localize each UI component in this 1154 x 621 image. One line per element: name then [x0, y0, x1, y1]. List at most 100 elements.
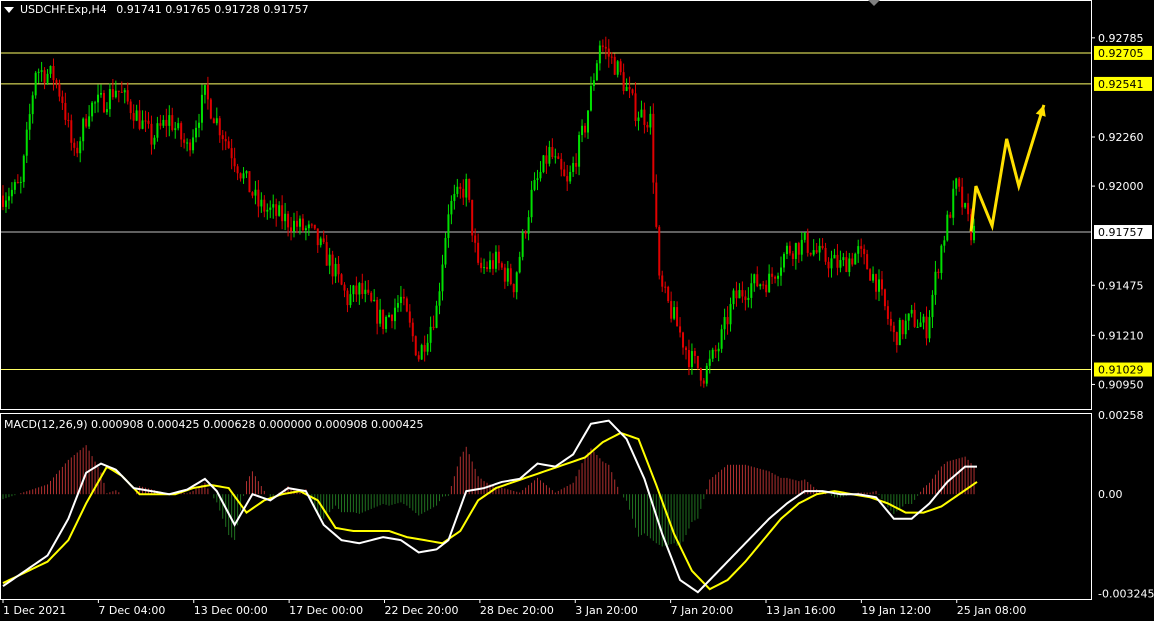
candle-body [557, 156, 560, 159]
candle-body [961, 186, 964, 208]
candle-body [272, 204, 275, 208]
candle-body [619, 61, 622, 73]
candle-body [925, 316, 928, 339]
chart-canvas[interactable]: 0.927050.925410.910290.91757 0.927850.92… [0, 0, 1154, 621]
candle-body [818, 245, 821, 253]
candle-body [361, 283, 364, 294]
candle-body [245, 171, 248, 174]
candle-body [218, 118, 221, 136]
candle-body [34, 72, 37, 96]
macd-tick-label: 0.00258 [1098, 409, 1144, 422]
candle-body [515, 272, 518, 293]
candle-body [43, 70, 46, 83]
candle-body [581, 125, 584, 136]
candle-body [857, 246, 860, 254]
candle-body [295, 220, 298, 227]
candle-body [438, 291, 441, 306]
candle-body [456, 186, 459, 194]
candle-body [595, 63, 598, 81]
candle-body [215, 118, 218, 124]
candle-body [82, 118, 85, 142]
candle-body [536, 178, 539, 180]
candle-body [251, 192, 254, 196]
candle-body [750, 283, 753, 298]
candle-body [322, 238, 325, 243]
candle-body [598, 45, 601, 64]
candle-body [872, 274, 875, 281]
candle-body [521, 232, 524, 257]
candle-body [349, 294, 352, 306]
candle-body [836, 254, 839, 268]
candle-body [474, 235, 477, 243]
dropdown-triangle-icon[interactable] [4, 7, 14, 13]
candle-body [486, 267, 489, 270]
candle-body [420, 345, 423, 360]
candle-body [863, 248, 866, 255]
candle-body [444, 237, 447, 265]
candle-body [919, 322, 922, 327]
price-tick-label: 0.90950 [1098, 378, 1144, 391]
candle-body [281, 205, 284, 222]
candle-body [162, 119, 165, 126]
candle-body [545, 155, 548, 164]
candle-body [800, 239, 803, 255]
symbol-label: USDCHF.Exp,H4 [20, 3, 107, 16]
chart-window[interactable]: 0.92705 0.92541 0.91029 0.91757 0.92785 0.92… [0, 0, 1154, 621]
candle-body [284, 213, 287, 222]
candle-body [408, 311, 411, 323]
candle-body [759, 284, 762, 287]
candle-body [85, 118, 88, 127]
candle-body [313, 224, 316, 229]
candle-body [527, 217, 530, 234]
candle-body [586, 110, 589, 133]
candle-body [714, 349, 717, 352]
candle-body [575, 163, 578, 167]
candle-body [310, 224, 313, 226]
candle-body [61, 96, 64, 104]
candle-body [797, 243, 800, 255]
candle-body [952, 188, 955, 218]
candle-body [916, 326, 919, 328]
candle-body [771, 273, 774, 277]
macd-tick-label: -0.003245 [1098, 588, 1154, 601]
candle-body [180, 123, 183, 140]
candle-body [634, 93, 637, 122]
time-tick-label: 7 Dec 04:00 [98, 604, 165, 617]
candle-body [886, 306, 889, 319]
time-tick-label: 28 Dec 20:00 [480, 604, 554, 617]
candle-body [628, 86, 631, 90]
candle-body [729, 304, 732, 325]
candle-body [824, 247, 827, 262]
candle-body [396, 302, 399, 308]
candle-body [569, 171, 572, 182]
candle-body [949, 214, 952, 218]
candle-body [120, 91, 123, 93]
candle-body [287, 213, 290, 228]
candle-body [658, 226, 661, 276]
candle-body [670, 301, 673, 319]
candle-body [637, 117, 640, 122]
candle-body [652, 113, 655, 183]
candle-body [385, 316, 388, 329]
symbol-header[interactable]: USDCHF.Exp,H4 0.91741 0.91765 0.91728 0.… [4, 3, 309, 16]
candle-body [622, 72, 625, 91]
candle-body [690, 351, 693, 367]
candle-body [803, 232, 806, 240]
macd-tick-label: 0.00 [1098, 488, 1123, 501]
candle-body [711, 349, 714, 359]
macd-main-line [2, 419, 977, 594]
candle-body [230, 148, 233, 159]
time-tick-label: 3 Jan 20:00 [575, 604, 638, 617]
candle-body [878, 279, 881, 292]
candle-body [601, 45, 604, 47]
horizontal-levels: 0.92705 0.92541 0.91029 0.91757 [1, 45, 1152, 377]
candle-body [304, 228, 307, 231]
candle-body [236, 166, 239, 174]
candle-body [471, 199, 474, 236]
candle-body [560, 158, 563, 170]
candle-body [221, 135, 224, 140]
price-tick-label: 0.91210 [1098, 329, 1144, 342]
candle-body [625, 86, 628, 91]
candle-body [889, 318, 892, 326]
time-tick-label: 17 Dec 00:00 [289, 604, 363, 617]
